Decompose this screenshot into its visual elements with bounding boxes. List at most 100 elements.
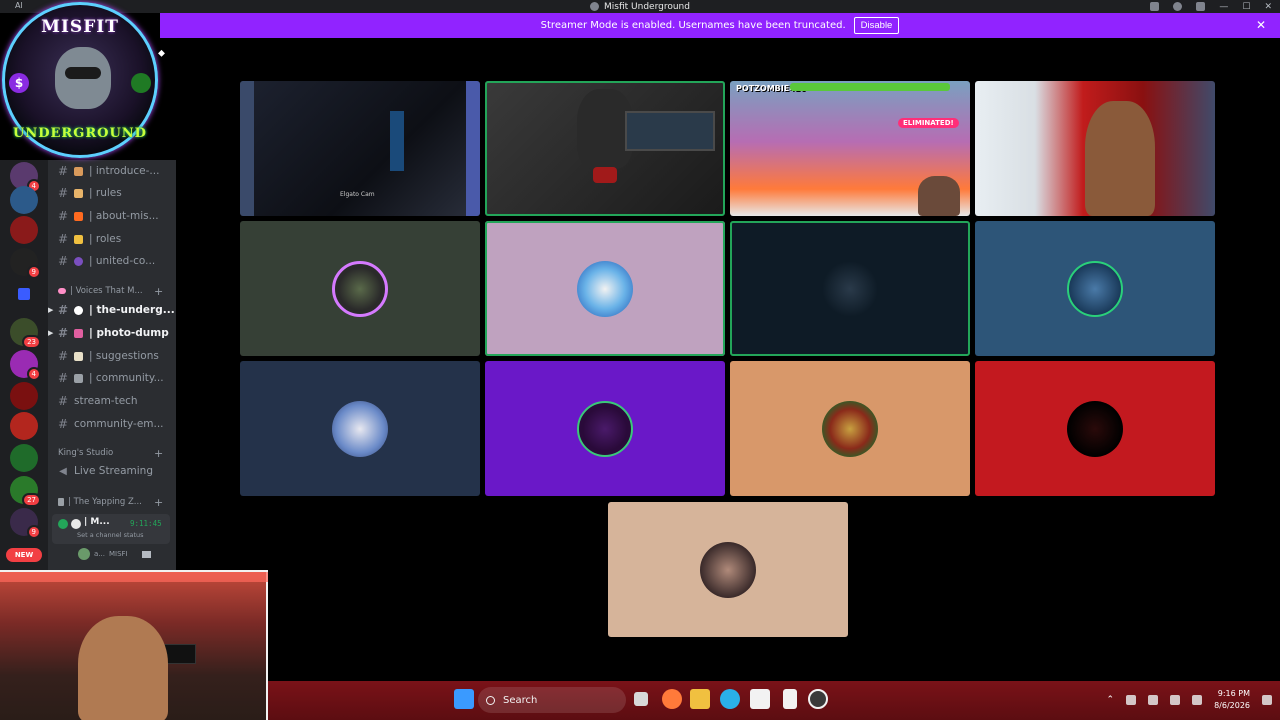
store-icon[interactable] (750, 689, 770, 709)
inbox-icon[interactable] (1150, 2, 1160, 11)
close-banner-icon[interactable]: ✕ (1256, 18, 1266, 32)
mention-badge: 9 (26, 265, 41, 279)
channel-status[interactable]: Set a channel status (77, 531, 144, 539)
volume-icon[interactable] (1192, 695, 1203, 705)
clock[interactable]: 9:16 PM 8/6/2026 (1214, 688, 1250, 712)
avatar-tile[interactable] (240, 361, 480, 496)
hash-icon: # (58, 232, 69, 246)
channel-stream-tech[interactable]: # stream-tech (58, 394, 138, 408)
avatar-tile-speaking[interactable] (730, 221, 970, 356)
channel-introduce[interactable]: # | introduce-... (58, 164, 159, 178)
channel-united[interactable]: # | united-co... (58, 254, 155, 268)
hash-icon: # (58, 186, 69, 200)
edge-icon[interactable] (720, 689, 740, 709)
category-yapping-zone[interactable]: | The Yapping Z... + (58, 496, 163, 509)
notepad-icon (74, 351, 83, 361)
globe-icon (74, 256, 83, 266)
server-icon[interactable] (10, 412, 38, 440)
speaking-icon (58, 519, 68, 529)
file-explorer-icon[interactable] (690, 689, 710, 709)
channel-the-underground[interactable]: ▶ # | the-underg... (48, 303, 175, 317)
video-tile-game[interactable]: POTZOMBIE420 ELIMINATED! (730, 81, 970, 216)
hash-icon: # (58, 326, 69, 340)
download-icon[interactable] (1196, 2, 1206, 11)
server-icon[interactable]: 23 (10, 318, 41, 349)
server-icon[interactable] (10, 382, 38, 410)
avatar-tile[interactable] (485, 361, 725, 496)
user-avatar (822, 400, 878, 457)
network-icon[interactable] (1126, 695, 1137, 705)
close-window-icon[interactable]: ✕ (1264, 2, 1272, 12)
add-channel-icon[interactable]: + (154, 496, 163, 509)
microphone-icon[interactable] (1148, 695, 1159, 705)
windows-start-icon[interactable] (454, 689, 474, 709)
category-voices[interactable]: | Voices That M... + (58, 285, 163, 298)
channel-community[interactable]: # | community... (58, 371, 164, 385)
camera-label: Elgato Cam (340, 191, 375, 198)
speaker-icon: ◀ (59, 465, 67, 477)
help-icon[interactable] (1173, 2, 1183, 11)
server-icon[interactable]: 27 (10, 476, 41, 507)
channel-community-em[interactable]: # community-em... (58, 417, 164, 431)
maximize-icon[interactable]: ☐ (1242, 2, 1250, 12)
channel-rules[interactable]: # | rules (58, 186, 122, 200)
folder-icon[interactable] (18, 288, 30, 300)
chevron-up-icon[interactable]: ⌃ (1107, 695, 1115, 705)
channel-suggestions[interactable]: # | suggestions (58, 349, 159, 363)
user-avatar (1067, 260, 1123, 317)
server-icon[interactable] (10, 186, 38, 214)
display-icon[interactable] (1170, 695, 1181, 705)
add-channel-icon[interactable]: + (154, 285, 163, 298)
unread-indicator-icon: ▶ (48, 306, 54, 314)
category-kings-studio[interactable]: King's Studio + (58, 447, 163, 460)
video-tile[interactable]: Elgato Cam (240, 81, 480, 216)
clock-date: 8/6/2026 (1214, 701, 1250, 710)
channel-live-streaming[interactable]: ◀ Live Streaming (58, 465, 153, 477)
server-rail: 4 9 23 4 27 9 NEW (0, 160, 48, 570)
windows-taskbar: Search ⌃ 9:16 PM 8/6/2026 (268, 681, 1280, 720)
avatar-tile[interactable] (975, 361, 1215, 496)
light-glow (466, 81, 480, 216)
add-channel-icon[interactable]: + (154, 447, 163, 460)
notepad-icon[interactable] (783, 689, 797, 709)
mouse-cursor-icon: ⬥ (158, 48, 165, 59)
video-tile[interactable] (975, 81, 1215, 216)
avatar-tile-speaking[interactable] (485, 221, 725, 356)
channel-about[interactable]: # | about-mis... (58, 209, 159, 223)
channel-photo-dump[interactable]: ▶ # | photo-dump (48, 326, 169, 340)
server-icon[interactable]: 9 (10, 248, 41, 279)
banner-text: Streamer Mode is enabled. Usernames have… (540, 20, 846, 31)
camera-icon (141, 550, 151, 558)
minimize-icon[interactable]: — (1219, 2, 1228, 12)
speech-bubble-icon (74, 305, 83, 315)
avatar-tile[interactable] (975, 221, 1215, 356)
avatar-tile[interactable] (730, 361, 970, 496)
logo-top-text: MISFIT (41, 17, 119, 37)
avatar-tile[interactable] (240, 221, 480, 356)
clock-time: 9:16 PM (1217, 689, 1250, 698)
server-icon[interactable]: 9 (10, 508, 41, 539)
copilot-icon[interactable] (662, 689, 682, 709)
person-shape (1085, 101, 1155, 216)
task-view-icon[interactable] (634, 692, 648, 706)
video-tile-speaking[interactable] (485, 81, 725, 216)
notification-icon[interactable] (1262, 695, 1272, 705)
disable-streamer-mode-button[interactable]: Disable (853, 17, 900, 34)
channel-roles[interactable]: # | roles (58, 232, 121, 246)
taskbar-search[interactable]: Search (478, 687, 626, 713)
server-icon[interactable]: 4 (10, 350, 41, 381)
server-icon[interactable] (10, 216, 38, 244)
voice-channel-user[interactable]: | M... 9:11:45 Set a channel status (52, 514, 170, 544)
user-avatar (577, 260, 633, 317)
new-unreads-pill[interactable]: NEW (6, 548, 42, 562)
channel-list: # | introduce-... # | rules # | about-mi… (48, 160, 176, 570)
voice-sub-user[interactable]: a... MISFI (78, 548, 151, 560)
hash-icon: # (58, 209, 69, 223)
person-shape (918, 176, 960, 216)
user-avatar (700, 541, 756, 598)
streamer-mode-banner: Streamer Mode is enabled. Usernames have… (160, 13, 1280, 38)
server-icon[interactable] (10, 444, 38, 472)
board-icon (74, 373, 83, 383)
obs-icon[interactable] (808, 689, 828, 709)
avatar-tile[interactable] (608, 502, 848, 637)
